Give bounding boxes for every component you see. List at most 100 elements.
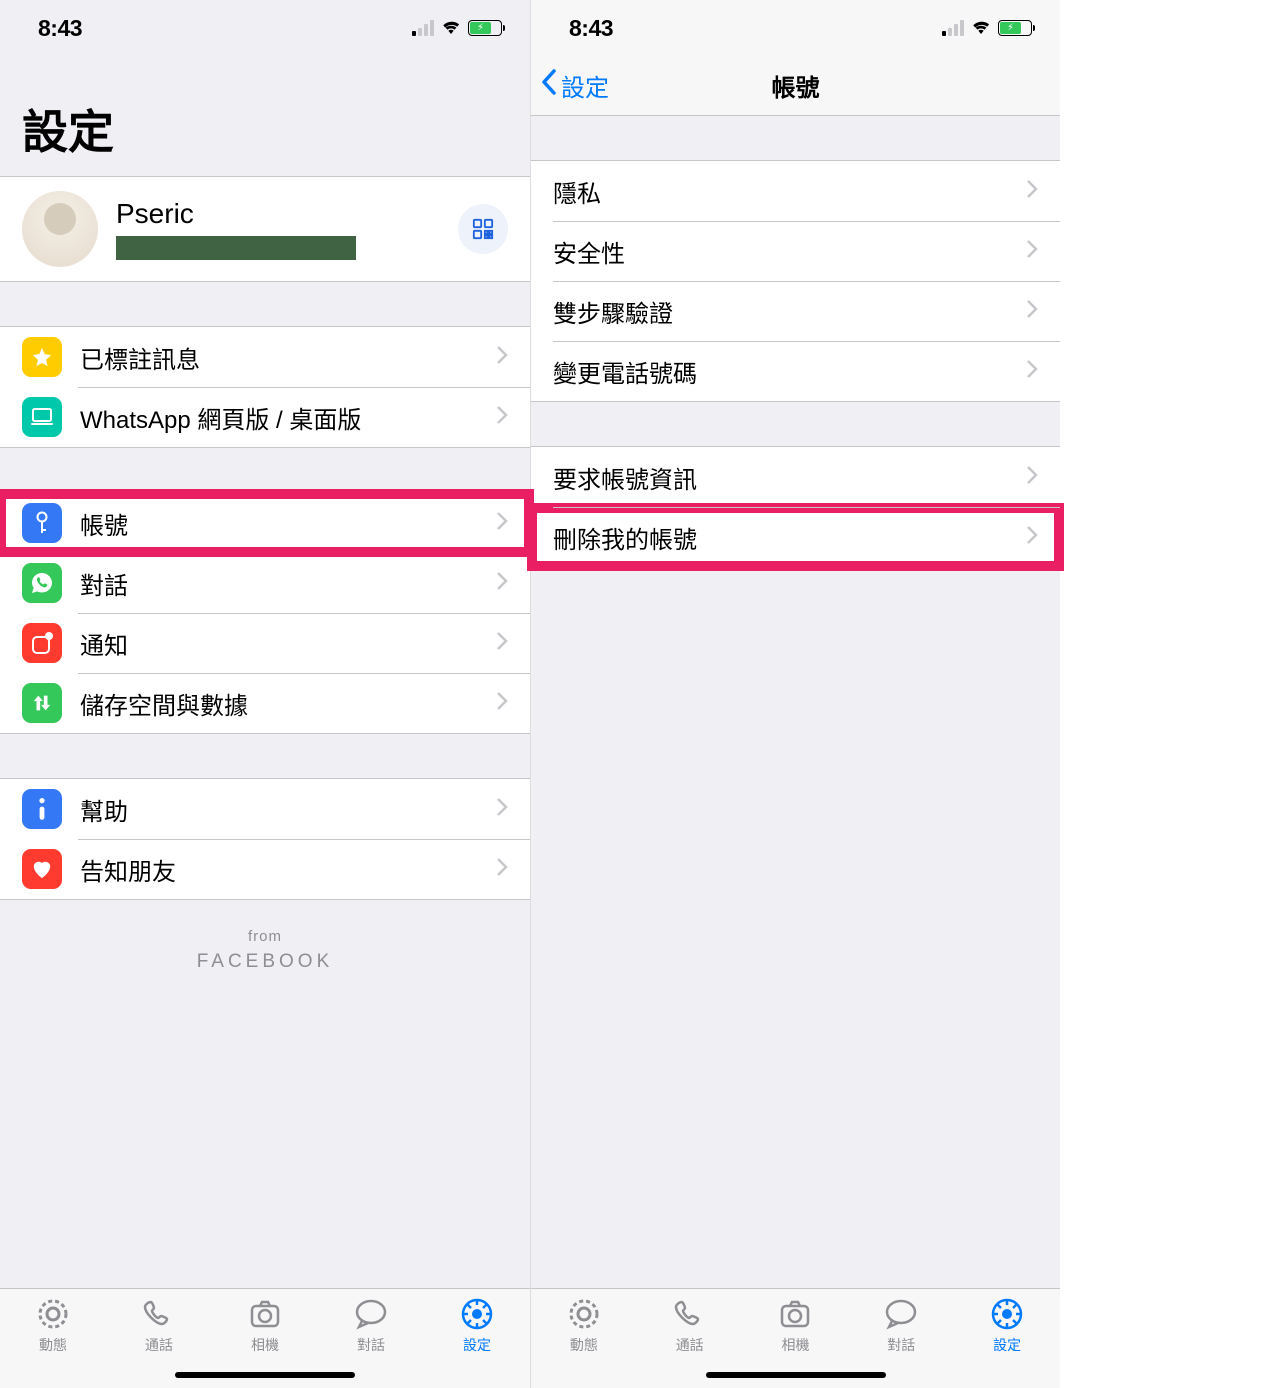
status-time: 8:43 (38, 15, 82, 42)
tab-settings[interactable]: 設定 (954, 1297, 1060, 1355)
tab-label: 通話 (145, 1335, 173, 1355)
group-data: 要求帳號資訊 刪除我的帳號 (531, 446, 1060, 568)
cell-label: 要求帳號資訊 (553, 460, 1026, 495)
battery-icon: ⚡︎ (468, 20, 502, 36)
cell-delete-account[interactable]: 刪除我的帳號 (531, 507, 1060, 567)
avatar (22, 191, 98, 267)
cell-notify[interactable]: 通知 (0, 613, 530, 673)
tab-bar: 動態 通話 相機 對話 設定 (531, 1288, 1060, 1388)
chevron-right-icon (1026, 359, 1038, 384)
chevron-right-icon (1026, 465, 1038, 490)
cell-label: 隱私 (553, 174, 1026, 209)
cell-account[interactable]: 帳號 (0, 493, 530, 553)
cell-request-info[interactable]: 要求帳號資訊 (531, 447, 1060, 507)
cell-tell[interactable]: 告知朋友 (0, 839, 530, 899)
cell-storage[interactable]: 儲存空間與數據 (0, 673, 530, 733)
home-indicator[interactable] (706, 1372, 886, 1378)
updown-icon (22, 683, 62, 723)
cell-label: WhatsApp 網頁版 / 桌面版 (80, 400, 496, 435)
tab-calls[interactable]: 通話 (106, 1297, 212, 1355)
tab-status[interactable]: 動態 (0, 1297, 106, 1355)
signal-icon (942, 20, 964, 36)
cell-label: 帳號 (80, 506, 496, 541)
spacer (531, 568, 1060, 1288)
camera-icon (778, 1297, 812, 1331)
tab-settings[interactable]: 設定 (424, 1297, 530, 1355)
cell-security[interactable]: 安全性 (531, 221, 1060, 281)
heart-icon (22, 849, 62, 889)
tab-chat[interactable]: 對話 (848, 1297, 954, 1355)
phone-icon (142, 1297, 176, 1331)
chat-icon (354, 1297, 388, 1331)
chevron-right-icon (496, 631, 508, 656)
tab-camera[interactable]: 相機 (743, 1297, 849, 1355)
chevron-right-icon (496, 571, 508, 596)
status-icons: ⚡︎ (412, 18, 502, 39)
tab-label: 相機 (251, 1335, 279, 1355)
info-icon (22, 789, 62, 829)
signal-icon (412, 20, 434, 36)
phone-right: 8:43 ⚡︎ 設定 帳號 隱私 安全性 雙步驟驗證 變更電話號碼 (530, 0, 1060, 1388)
home-indicator[interactable] (175, 1372, 355, 1378)
tab-label: 對話 (357, 1335, 385, 1355)
group-general: 已標註訊息 WhatsApp 網頁版 / 桌面版 (0, 326, 530, 448)
nav-title: 帳號 (772, 68, 820, 103)
tab-label: 動態 (570, 1335, 598, 1355)
cell-starred[interactable]: 已標註訊息 (0, 327, 530, 387)
status-icons: ⚡︎ (942, 18, 1032, 39)
cell-label: 雙步驟驗證 (553, 294, 1026, 329)
status-bar: 8:43 ⚡︎ (531, 0, 1060, 56)
footer: from FACEBOOK (0, 900, 530, 1001)
cell-label: 變更電話號碼 (553, 354, 1026, 389)
tab-label: 設定 (993, 1335, 1021, 1355)
page-title: 設定 (0, 56, 530, 176)
qr-button[interactable] (458, 204, 508, 254)
tab-calls[interactable]: 通話 (637, 1297, 743, 1355)
chevron-right-icon (496, 345, 508, 370)
back-button[interactable]: 設定 (541, 68, 609, 103)
tab-bar: 動態 通話 相機 對話 設定 (0, 1288, 530, 1388)
group-account: 帳號 對話 通知 儲存空間與數據 (0, 492, 530, 734)
profile-row[interactable]: Pseric (0, 176, 530, 282)
cell-help[interactable]: 幫助 (0, 779, 530, 839)
settings-icon (460, 1297, 494, 1331)
tab-chat[interactable]: 對話 (318, 1297, 424, 1355)
cell-label: 刪除我的帳號 (553, 520, 1026, 555)
tab-label: 動態 (39, 1335, 67, 1355)
cell-chat[interactable]: 對話 (0, 553, 530, 613)
cell-two-step[interactable]: 雙步驟驗證 (531, 281, 1060, 341)
chevron-right-icon (496, 405, 508, 430)
status-bar: 8:43 ⚡︎ (0, 0, 530, 56)
group-help: 幫助 告知朋友 (0, 778, 530, 900)
cell-label: 告知朋友 (80, 852, 496, 887)
chevron-right-icon (496, 797, 508, 822)
wifi-icon (440, 18, 462, 39)
chevron-right-icon (1026, 179, 1038, 204)
phone-icon (673, 1297, 707, 1331)
cell-label: 已標註訊息 (80, 340, 496, 375)
chevron-left-icon (541, 69, 557, 102)
camera-icon (248, 1297, 282, 1331)
nav-bar: 設定 帳號 (531, 56, 1060, 116)
tab-status[interactable]: 動態 (531, 1297, 637, 1355)
cell-label: 幫助 (80, 792, 496, 827)
cell-privacy[interactable]: 隱私 (531, 161, 1060, 221)
footer-from: from (0, 928, 530, 945)
cell-label: 安全性 (553, 234, 1026, 269)
group-privacy: 隱私 安全性 雙步驟驗證 變更電話號碼 (531, 160, 1060, 402)
settings-icon (990, 1297, 1024, 1331)
battery-icon: ⚡︎ (998, 20, 1032, 36)
chevron-right-icon (496, 857, 508, 882)
cell-web[interactable]: WhatsApp 網頁版 / 桌面版 (0, 387, 530, 447)
chevron-right-icon (496, 691, 508, 716)
status-icon (567, 1297, 601, 1331)
tab-camera[interactable]: 相機 (212, 1297, 318, 1355)
chevron-right-icon (1026, 239, 1038, 264)
tab-label: 通話 (676, 1335, 704, 1355)
profile-status-redacted (116, 236, 356, 260)
status-icon (36, 1297, 70, 1331)
profile-info: Pseric (116, 198, 440, 260)
cell-change-number[interactable]: 變更電話號碼 (531, 341, 1060, 401)
chat-icon (884, 1297, 918, 1331)
footer-facebook: FACEBOOK (197, 951, 334, 972)
